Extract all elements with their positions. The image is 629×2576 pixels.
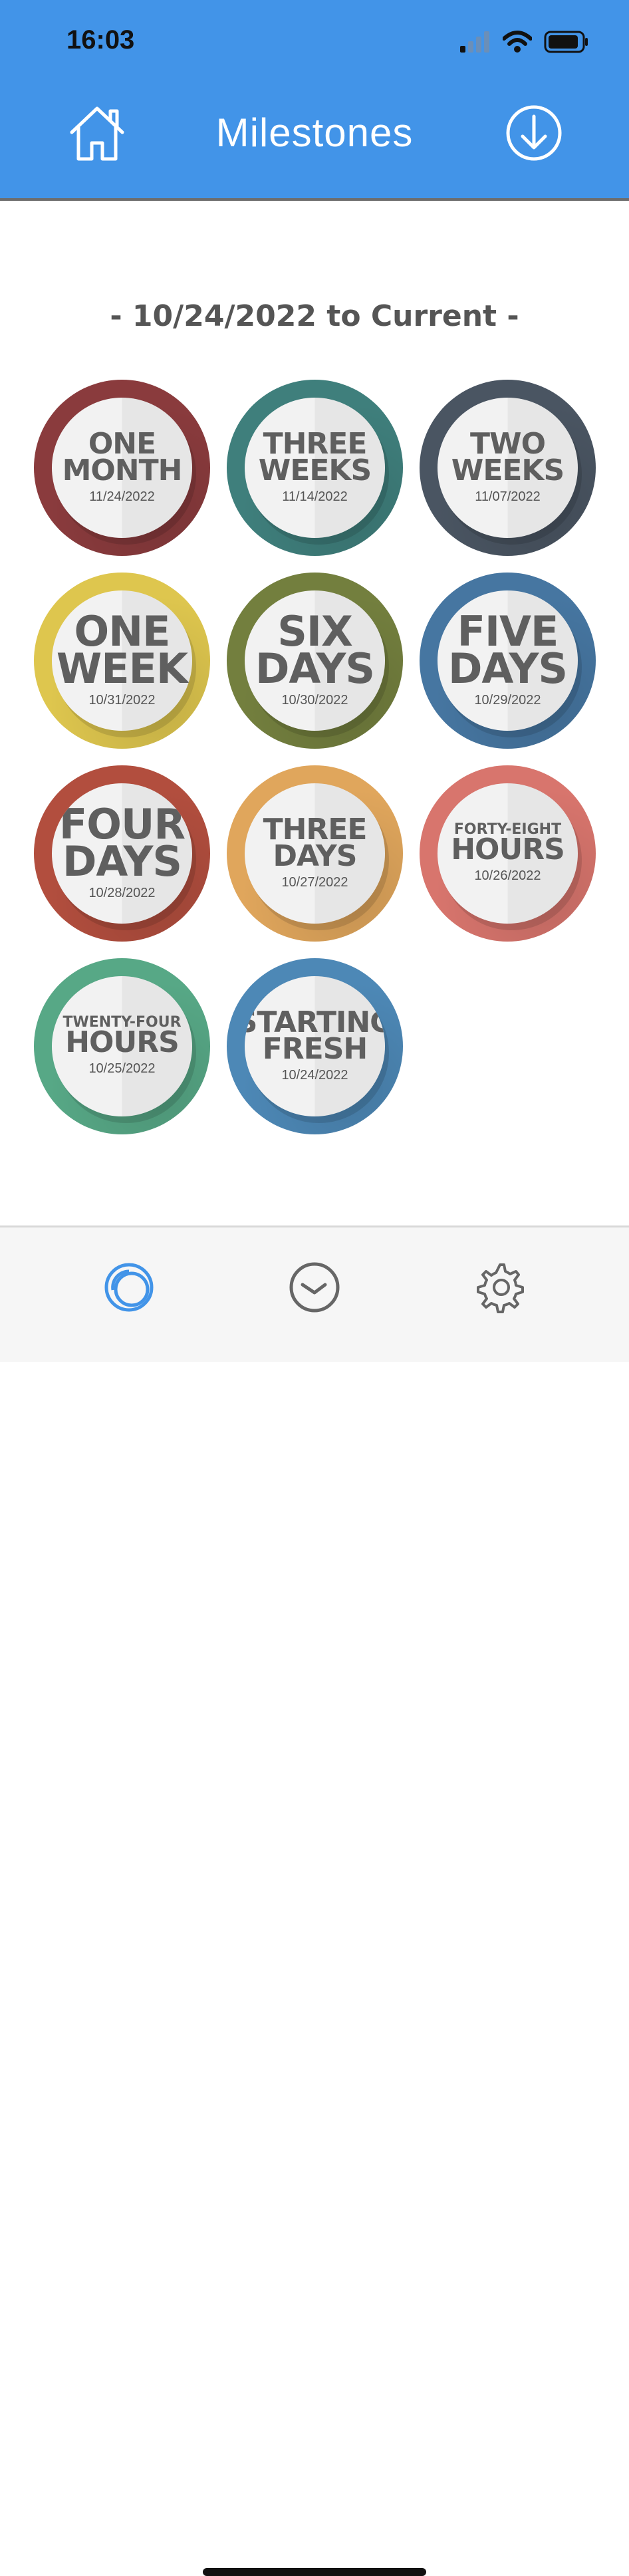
badge-face: FORTY-EIGHT HOURS 10/26/2022 [438, 783, 578, 924]
badge-line2: DAYS [255, 644, 375, 693]
badge-date: 10/30/2022 [281, 692, 348, 708]
badge-line2: HOURS [65, 1025, 180, 1060]
status-indicators [460, 31, 589, 53]
milestone-badge[interactable]: FORTY-EIGHT HOURS 10/26/2022 [420, 765, 596, 942]
badge-face: SIX DAYS 10/30/2022 [245, 590, 385, 731]
milestone-badge[interactable]: THREE DAYS 10/27/2022 [227, 765, 403, 942]
badge-face: FIVE DAYS 10/29/2022 [438, 590, 578, 731]
badge-date: 10/24/2022 [281, 1067, 348, 1083]
badge-line2: DAYS [62, 837, 182, 886]
tab-milestones[interactable] [102, 1261, 156, 1314]
badge-line2: HOURS [451, 833, 565, 867]
milestone-badge[interactable]: SIX DAYS 10/30/2022 [227, 573, 403, 749]
badge-face: TWENTY-FOUR HOURS 10/25/2022 [52, 976, 192, 1116]
milestone-badge[interactable]: FOUR DAYS 10/28/2022 [34, 765, 210, 942]
header-bar: 16:03 Milestones [0, 0, 629, 201]
badge-line2: WEEKS [451, 453, 565, 487]
milestone-badge[interactable]: TWO WEEKS 11/07/2022 [420, 380, 596, 556]
badge-line2: DAYS [273, 839, 358, 873]
milestone-badge[interactable]: THREE WEEKS 11/14/2022 [227, 380, 403, 556]
badge-face: FOUR DAYS 10/28/2022 [52, 783, 192, 924]
gear-icon [477, 1263, 524, 1313]
badge-face: STARTING FRESH 10/24/2022 [245, 976, 385, 1116]
badge-date: 10/29/2022 [474, 692, 541, 708]
badge-date: 10/26/2022 [474, 868, 541, 883]
clock-icon [289, 1262, 340, 1313]
badge-date: 10/28/2022 [88, 885, 156, 900]
status-time: 16:03 [66, 25, 135, 55]
badge-line2: WEEKS [258, 453, 372, 487]
badge-face: THREE WEEKS 11/14/2022 [245, 398, 385, 538]
badge-date: 11/07/2022 [475, 489, 541, 504]
badge-date: 10/27/2022 [281, 874, 348, 890]
badge-date: 11/24/2022 [89, 489, 155, 504]
milestone-badge[interactable]: TWENTY-FOUR HOURS 10/25/2022 [34, 958, 210, 1134]
badge-face: ONE WEEK 10/31/2022 [52, 590, 192, 731]
badge-face: ONE MONTH 11/24/2022 [52, 398, 192, 538]
battery-icon [544, 31, 588, 53]
wifi-icon [503, 31, 532, 53]
badge-line2: MONTH [62, 453, 183, 487]
milestone-badge[interactable]: FIVE DAYS 10/29/2022 [420, 573, 596, 749]
home-indicator [203, 2568, 426, 2576]
badge-date: 10/25/2022 [88, 1061, 156, 1076]
badge-line2: WEEK [56, 644, 188, 693]
badge-face: TWO WEEKS 11/07/2022 [438, 398, 578, 538]
tab-timer[interactable] [288, 1261, 341, 1314]
date-range-label: - 10/24/2022 to Current - [110, 299, 519, 333]
badge-line2: DAYS [447, 644, 568, 693]
cellular-signal-icon [460, 31, 489, 53]
milestone-badge[interactable]: ONE MONTH 11/24/2022 [34, 380, 210, 556]
milestones-rings-icon [104, 1263, 154, 1312]
download-button[interactable] [505, 104, 563, 162]
badge-line2: FRESH [262, 1032, 368, 1066]
badge-date: 10/31/2022 [88, 692, 156, 708]
download-circle-icon [506, 105, 562, 161]
milestone-badge[interactable]: ONE WEEK 10/31/2022 [34, 573, 210, 749]
tab-settings[interactable] [473, 1261, 527, 1314]
tab-bar [0, 1225, 629, 2576]
badge-date: 11/14/2022 [282, 489, 348, 504]
milestone-badge[interactable]: STARTING FRESH 10/24/2022 [227, 958, 403, 1134]
badge-face: THREE DAYS 10/27/2022 [245, 783, 385, 924]
